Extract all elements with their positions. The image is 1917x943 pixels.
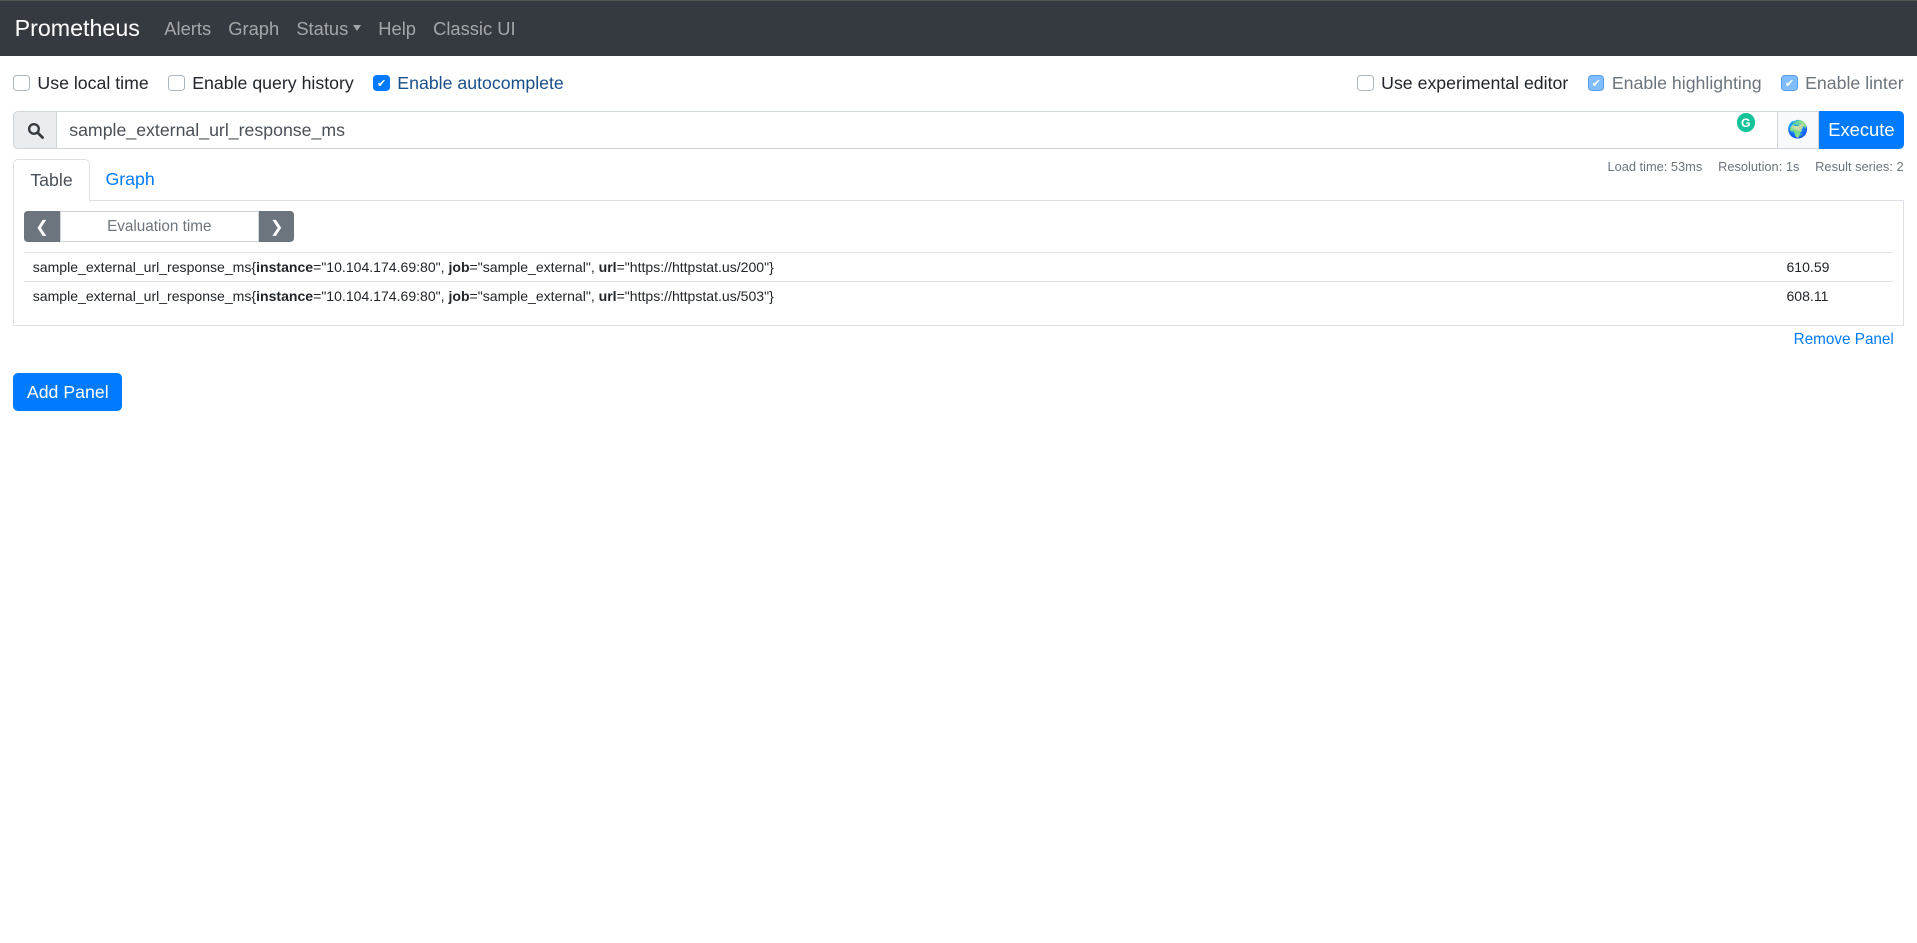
- chevron-right-icon[interactable]: ❯: [258, 211, 295, 242]
- table-row: sample_external_url_response_ms{instance…: [24, 251, 1893, 282]
- search-icon: [13, 111, 56, 150]
- result-series: Result series: 2: [1815, 158, 1904, 174]
- query-text: sample_external_url_response_ms: [69, 119, 345, 140]
- evaluation-time-picker: ❮ Evaluation time ❯: [24, 211, 295, 242]
- resolution: Resolution: 1s: [1718, 158, 1800, 174]
- metrics-explorer-globe-icon[interactable]: 🌍: [1777, 111, 1820, 150]
- execute-button[interactable]: Execute: [1819, 111, 1904, 150]
- series-cell: sample_external_url_response_ms{instance…: [24, 280, 1778, 310]
- load-time: Load time: 53ms: [1607, 158, 1703, 174]
- label-key: job: [448, 258, 470, 275]
- label-value: "10.104.174.69:80": [321, 258, 441, 275]
- tab-table[interactable]: Table: [13, 158, 90, 202]
- series-cell: sample_external_url_response_ms{instance…: [24, 251, 1778, 282]
- checkmark-icon: ✔: [1781, 74, 1798, 92]
- label-value: "sample_external": [477, 287, 591, 304]
- option-label: Enable query history: [192, 72, 354, 93]
- brand-link[interactable]: Prometheus: [15, 15, 140, 42]
- nav-classic-ui[interactable]: Classic UI: [433, 18, 516, 40]
- use-local-time-checkbox[interactable]: Use local time: [13, 72, 149, 94]
- checkmark-icon: ✔: [373, 74, 390, 92]
- chevron-left-icon[interactable]: ❮: [24, 211, 60, 242]
- table-panel: ❮ Evaluation time ❯ sample_external_url_…: [13, 201, 1904, 326]
- enable-query-history-checkbox[interactable]: Enable query history: [168, 73, 354, 94]
- enable-linter-checkbox[interactable]: ✔ Enable linter: [1781, 72, 1904, 94]
- query-row: sample_external_url_response_ms G 🌍 Exec…: [13, 111, 1904, 150]
- checkmark-icon: ✔: [1587, 74, 1605, 92]
- label-key: url: [598, 258, 617, 275]
- option-label: Use experimental editor: [1381, 72, 1569, 93]
- checkbox-icon: [13, 74, 31, 92]
- tab-graph[interactable]: Graph: [90, 159, 171, 201]
- label-value: "https://httpstat.us/503": [624, 287, 770, 304]
- results-table: sample_external_url_response_ms{instance…: [24, 251, 1893, 310]
- label-key: instance: [256, 258, 314, 275]
- label-key: job: [448, 287, 470, 304]
- table-row: sample_external_url_response_ms{instance…: [24, 280, 1893, 310]
- value-cell: 608.11: [1777, 280, 1893, 310]
- value-cell: 610.59: [1777, 251, 1893, 282]
- add-panel-button[interactable]: Add Panel: [13, 373, 123, 412]
- label-value: "10.104.174.69:80": [321, 287, 441, 304]
- option-label: Enable highlighting: [1611, 72, 1762, 93]
- query-input[interactable]: sample_external_url_response_ms G: [56, 111, 1778, 150]
- metric-name: sample_external_url_response_ms: [32, 287, 252, 304]
- use-experimental-editor-checkbox[interactable]: Use experimental editor: [1357, 73, 1568, 94]
- checkbox-icon: [1357, 74, 1374, 92]
- options-row: Use local time Enable query history ✔ Ena…: [0, 56, 1917, 110]
- nav-help[interactable]: Help: [378, 18, 416, 40]
- checkbox-icon: [168, 74, 185, 92]
- panel-tabs: Table Graph Load time: 53ms Resolution: …: [13, 158, 1904, 202]
- evaluation-time-input[interactable]: Evaluation time: [59, 211, 259, 242]
- label-value: "sample_external": [477, 258, 591, 275]
- metric-name: sample_external_url_response_ms: [32, 258, 252, 275]
- remove-panel-link[interactable]: Remove Panel: [0, 331, 1894, 348]
- query-stats: Load time: 53ms Resolution: 1s Result se…: [1595, 159, 1903, 174]
- enable-highlighting-checkbox[interactable]: ✔ Enable highlighting: [1587, 72, 1762, 94]
- nav-graph[interactable]: Graph: [228, 18, 279, 40]
- nav-status-dropdown[interactable]: Status: [296, 17, 362, 40]
- option-label: Enable autocomplete: [397, 72, 564, 93]
- caret-down-icon: [353, 24, 362, 31]
- nav-status-label: Status: [296, 17, 349, 39]
- nav-alerts[interactable]: Alerts: [164, 18, 211, 40]
- option-label: Enable linter: [1805, 72, 1904, 93]
- label-value: "https://httpstat.us/200": [624, 258, 770, 275]
- label-key: url: [598, 287, 617, 304]
- enable-autocomplete-checkbox[interactable]: ✔ Enable autocomplete: [373, 72, 564, 94]
- label-key: instance: [256, 287, 314, 304]
- navbar: Prometheus Alerts Graph Status Help Clas…: [0, 0, 1917, 57]
- grammarly-icon[interactable]: G: [1736, 113, 1755, 132]
- option-label: Use local time: [37, 72, 149, 93]
